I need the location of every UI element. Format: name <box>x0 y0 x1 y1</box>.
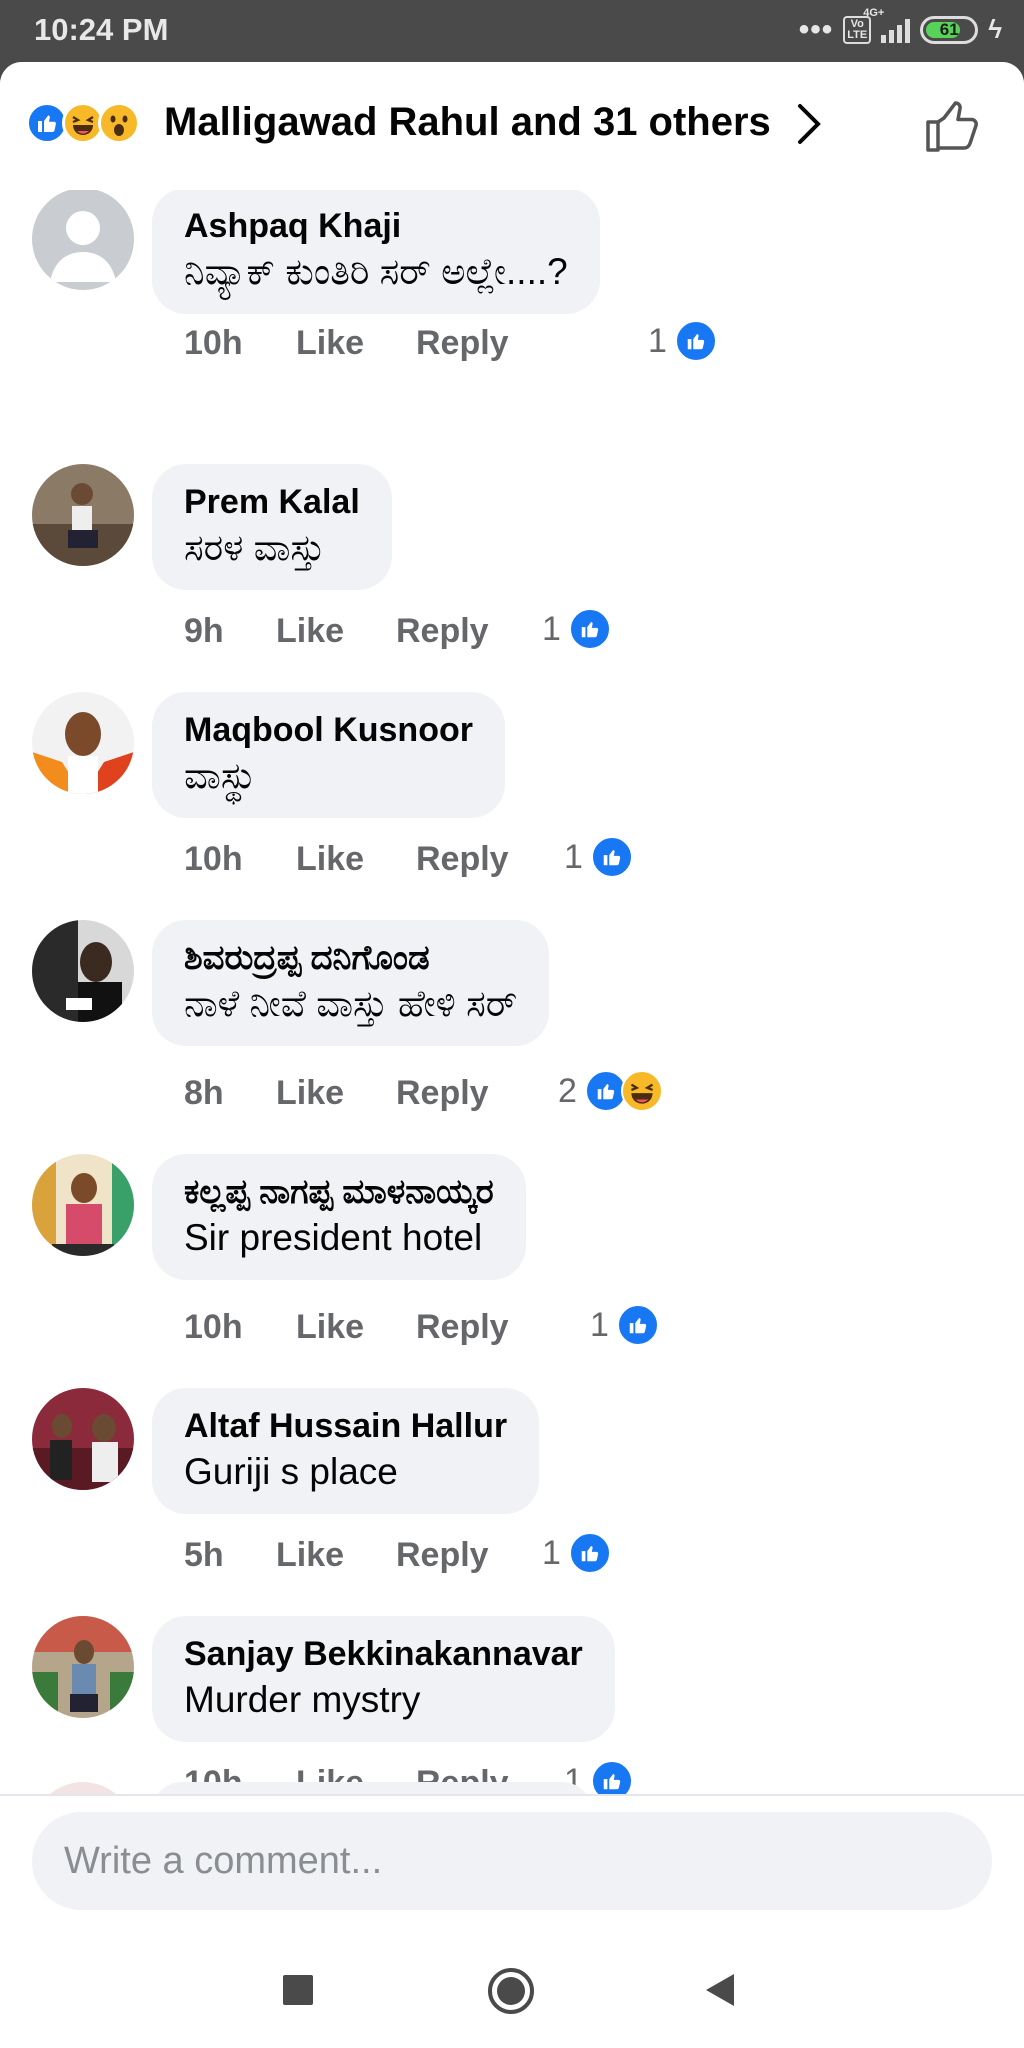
volte-icon: Vo LTE <box>843 15 872 44</box>
like-icon <box>674 320 717 362</box>
comment-author[interactable]: Ashpaq Khaji <box>184 204 568 248</box>
avatar-photo[interactable] <box>32 464 134 566</box>
reaction-count-number: 1 <box>564 837 583 876</box>
comment-author[interactable]: Prem Kalal <box>184 480 360 524</box>
like-link[interactable]: Like <box>276 1074 396 1113</box>
like-link[interactable]: Like <box>276 1536 396 1575</box>
reaction-count-number: 1 <box>542 1533 561 1572</box>
reaction-count[interactable]: 2 <box>558 1070 663 1112</box>
reaction-summary[interactable] <box>26 102 140 144</box>
reaction-count[interactable]: 1 <box>542 608 611 650</box>
android-nav-bar <box>0 1938 1024 2048</box>
comment-actions: 5h Like Reply <box>184 1536 489 1575</box>
comment-time: 10h <box>184 324 243 362</box>
comment-actions: 10h Like Reply <box>184 324 509 363</box>
like-link[interactable]: Like <box>276 612 396 651</box>
comment-bubble[interactable]: Prem Kalal ಸರಳ ವಾಸ್ತು <box>152 464 392 590</box>
wow-reaction-icon <box>98 102 140 144</box>
comment-bubble[interactable]: Altaf Hussain Hallur Guriji s place <box>152 1388 540 1514</box>
comment-time: 9h <box>184 612 224 650</box>
status-time: 10:24 PM <box>34 12 169 47</box>
reaction-count[interactable]: 1 <box>542 1532 611 1574</box>
comment-text: Guriji s place <box>184 1451 398 1492</box>
comment-time: 10h <box>184 840 243 878</box>
like-icon <box>590 836 633 878</box>
home-circle-icon[interactable] <box>486 1966 536 2016</box>
comment-text: ನಾಳೆ ನೀವೆ ವಾಸ್ತು ಹೇಳಿ ಸರ್ <box>184 983 518 1024</box>
comment-time: 5h <box>184 1536 224 1574</box>
comment-author[interactable]: Maqbool Kusnoor <box>184 708 473 752</box>
like-link[interactable]: Like <box>296 324 416 363</box>
reaction-count[interactable]: 1 <box>564 836 633 878</box>
comments-sheet: Malligawad Rahul and 31 others Ashpaq Kh… <box>0 62 1024 1938</box>
comment-composer-bar: Write a comment... <box>0 1794 1024 1938</box>
comment-actions: 10h Like Reply <box>184 840 509 879</box>
reaction-count-number: 2 <box>558 1071 577 1110</box>
comment-text: Sir president hotel <box>184 1217 483 1258</box>
comment-input[interactable]: Write a comment... <box>32 1812 992 1910</box>
avatar-photo[interactable] <box>32 920 134 1022</box>
comment-bubble[interactable]: ಕಲ್ಲಪ್ಪ ನಾಗಪ್ಪ ಮಾಳನಾಯ್ಕರ Sir president h… <box>152 1154 526 1280</box>
avatar-photo[interactable] <box>32 1154 134 1256</box>
avatar-photo[interactable] <box>32 1616 134 1718</box>
comment-author[interactable]: Altaf Hussain Hallur <box>184 1404 507 1448</box>
signal-icon: 4G+ <box>863 7 911 43</box>
reply-link[interactable]: Reply <box>416 1308 509 1347</box>
comment-bubble[interactable]: Maqbool Kusnoor ವಾಸ್ಥು <box>152 692 505 818</box>
avatar-default[interactable] <box>32 188 134 290</box>
overflow-dots-icon: ••• <box>798 12 834 46</box>
comment-time: 8h <box>184 1074 224 1112</box>
comment-author[interactable]: ಶಿವರುದ್ರಪ್ಪ ದನಿಗೊಂಡ <box>184 936 517 980</box>
like-link[interactable]: Like <box>296 1308 416 1347</box>
charging-bolt-icon: ϟ <box>988 14 1002 44</box>
avatar-photo[interactable] <box>32 692 134 794</box>
reply-link[interactable]: Reply <box>396 1536 489 1575</box>
comment-author[interactable]: ಕಲ್ಲಪ್ಪ ನಾಗಪ್ಪ ಮಾಳನಾಯ್ಕರ <box>184 1170 494 1214</box>
reply-link[interactable]: Reply <box>416 324 509 363</box>
reaction-count-number: 1 <box>590 1305 609 1344</box>
comment-time: 10h <box>184 1308 243 1346</box>
battery-level: 61 <box>939 19 959 39</box>
status-bar: 10:24 PM ••• Vo LTE 4G+ 61 ϟ <box>0 0 1024 62</box>
comment-bubble[interactable]: ಶಿವರುದ್ರಪ್ಪ ದನಿಗೊಂಡ ನಾಳೆ ನೀವೆ ವಾಸ್ತು ಹೇಳ… <box>152 920 550 1046</box>
like-link[interactable]: Like <box>296 840 416 879</box>
network-type: 4G+ <box>863 6 885 19</box>
battery-icon: 61 <box>920 15 979 44</box>
reply-link[interactable]: Reply <box>396 1074 489 1113</box>
reactions-title[interactable]: Malligawad Rahul and 31 others <box>164 100 771 145</box>
status-icons: ••• Vo LTE 4G+ 61 ϟ <box>798 7 1002 46</box>
comment-text: ವಾಸ್ಥು <box>184 755 256 796</box>
thumbs-up-outline-icon[interactable] <box>924 98 980 154</box>
haha-icon <box>620 1070 663 1112</box>
recents-square-icon[interactable] <box>282 1974 314 2006</box>
comment-actions: 10h Like Reply <box>184 1308 509 1347</box>
reaction-count[interactable]: 1 <box>648 320 717 362</box>
like-icon <box>568 1532 611 1574</box>
like-icon <box>568 608 611 650</box>
reaction-count[interactable]: 1 <box>590 1304 659 1346</box>
reaction-count-number: 1 <box>542 609 561 648</box>
comment-bubble[interactable]: Sanjay Bekkinakannavar Murder mystry <box>152 1616 615 1742</box>
comment-text: ನಿವ್ಯಾಕ್ ಕುಂತಿರಿ ಸರ್ ಅಲ್ಲೇ....? <box>184 251 568 292</box>
reply-link[interactable]: Reply <box>416 840 509 879</box>
chevron-right-icon[interactable] <box>796 102 824 146</box>
avatar-photo[interactable] <box>32 1388 134 1490</box>
comment-author[interactable]: Sanjay Bekkinakannavar <box>184 1632 583 1676</box>
comment-text: ಸರಳ ವಾಸ್ತು <box>184 527 325 568</box>
reactions-header[interactable]: Malligawad Rahul and 31 others <box>0 62 1024 190</box>
back-triangle-icon[interactable] <box>704 1972 736 2008</box>
like-icon <box>616 1304 659 1346</box>
reply-link[interactable]: Reply <box>396 612 489 651</box>
reaction-count-number: 1 <box>648 321 667 360</box>
comment-actions: 9h Like Reply <box>184 612 489 651</box>
comment-text: Murder mystry <box>184 1679 421 1720</box>
comment-bubble[interactable]: Ashpaq Khaji ನಿವ್ಯಾಕ್ ಕುಂತಿರಿ ಸರ್ ಅಲ್ಲೇ.… <box>152 188 600 314</box>
comment-actions: 8h Like Reply <box>184 1074 489 1113</box>
